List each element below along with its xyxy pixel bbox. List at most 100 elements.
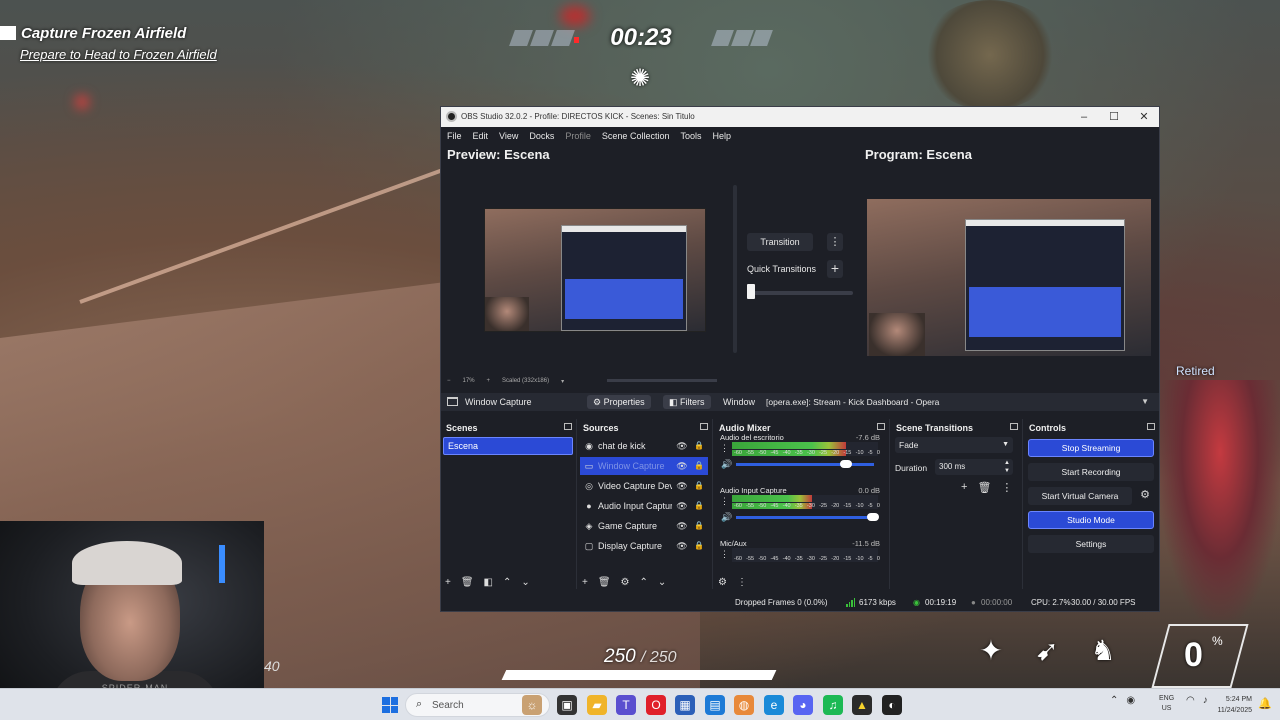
visibility-eye-icon[interactable]: 👁 bbox=[676, 437, 688, 455]
remove-source-icon[interactable]: 🗑 bbox=[598, 577, 611, 588]
source-item[interactable]: ▭ Window Capture 👁 🔒 bbox=[580, 457, 708, 475]
transition-button[interactable]: Transition bbox=[747, 233, 813, 251]
lock-icon[interactable]: 🔒 bbox=[694, 477, 704, 495]
menu-view[interactable]: View bbox=[499, 131, 518, 141]
virtual-camera-settings-icon[interactable]: ⚙ bbox=[1136, 486, 1154, 504]
window-select[interactable]: [opera.exe]: Stream - Kick Dashboard - O… bbox=[763, 395, 1153, 409]
start-recording-button[interactable]: Start Recording bbox=[1028, 463, 1154, 481]
duration-input[interactable]: 300 ms ▲ ▼ bbox=[935, 459, 1013, 475]
transition-slider[interactable] bbox=[751, 291, 853, 295]
game-launcher-icon[interactable]: ▲ bbox=[852, 695, 872, 715]
add-transition-icon[interactable]: + bbox=[961, 481, 967, 494]
move-down-icon[interactable]: ⌄ bbox=[658, 577, 666, 588]
undock-icon[interactable] bbox=[564, 423, 572, 430]
duration-spinner-icon[interactable]: ▲ ▼ bbox=[1004, 459, 1010, 475]
volume-slider-handle[interactable] bbox=[866, 513, 879, 521]
remove-transition-icon[interactable]: 🗑 bbox=[977, 481, 991, 494]
mixer-menu-icon[interactable]: ⋮ bbox=[737, 577, 747, 588]
remote-desktop-icon[interactable]: ▤ bbox=[705, 695, 725, 715]
clock[interactable]: 5:24 PM 11/24/2025 bbox=[1212, 694, 1252, 716]
menu-profile[interactable]: Profile bbox=[565, 131, 591, 141]
add-quick-transition-button[interactable]: + bbox=[827, 260, 843, 278]
remove-scene-icon[interactable]: 🗑 bbox=[461, 577, 474, 588]
menu-docks[interactable]: Docks bbox=[529, 131, 554, 141]
menu-help[interactable]: Help bbox=[712, 131, 731, 141]
move-up-icon[interactable]: ⌃ bbox=[640, 577, 648, 588]
settings-button[interactable]: Settings bbox=[1028, 535, 1154, 553]
volume-icon[interactable]: ♪ bbox=[1203, 695, 1208, 706]
widgets-icon[interactable]: ☼ bbox=[522, 695, 542, 715]
add-source-icon[interactable]: + bbox=[582, 577, 588, 588]
transition-menu-icon[interactable]: ⋮ bbox=[1001, 481, 1012, 494]
volume-slider-handle[interactable] bbox=[840, 460, 853, 468]
undock-icon[interactable] bbox=[1147, 423, 1155, 430]
visibility-eye-icon[interactable]: 👁 bbox=[676, 457, 688, 475]
volume-slider[interactable] bbox=[736, 516, 874, 519]
file-explorer-icon[interactable]: ▰ bbox=[587, 695, 607, 715]
lock-icon[interactable]: 🔒 bbox=[694, 517, 704, 535]
undock-icon[interactable] bbox=[1010, 423, 1018, 430]
visibility-eye-icon[interactable]: 👁 bbox=[676, 477, 688, 495]
undock-icon[interactable] bbox=[700, 423, 708, 430]
language-indicator[interactable]: ENG US bbox=[1159, 694, 1174, 714]
menu-scene-collection[interactable]: Scene Collection bbox=[602, 131, 670, 141]
channel-menu-icon[interactable]: ⋮ bbox=[720, 443, 729, 454]
volume-slider[interactable] bbox=[736, 463, 874, 466]
spotify-icon[interactable]: ♫ bbox=[823, 695, 843, 715]
discord-icon[interactable]: ◕ bbox=[793, 695, 813, 715]
menu-edit[interactable]: Edit bbox=[473, 131, 489, 141]
start-virtual-camera-button[interactable]: Start Virtual Camera bbox=[1028, 487, 1132, 505]
lock-icon[interactable]: 🔒 bbox=[694, 437, 704, 455]
add-scene-icon[interactable]: + bbox=[445, 577, 451, 588]
preview-canvas[interactable] bbox=[484, 208, 706, 332]
obs-taskbar-icon[interactable]: ◐ bbox=[882, 695, 902, 715]
maximize-button[interactable]: ☐ bbox=[1099, 109, 1129, 125]
visibility-eye-icon[interactable]: 👁 bbox=[676, 517, 688, 535]
transition-select[interactable]: Fade ▼ bbox=[895, 437, 1013, 453]
wifi-icon[interactable]: ◠ bbox=[1186, 695, 1195, 706]
stop-streaming-button[interactable]: Stop Streaming bbox=[1028, 439, 1154, 457]
move-up-icon[interactable]: ⌃ bbox=[503, 577, 511, 588]
tray-app-icon[interactable]: ◉ bbox=[1126, 695, 1135, 706]
source-item[interactable]: ● Audio Input Capture 👁 🔒 bbox=[580, 497, 708, 515]
preview-vertical-scrollbar[interactable] bbox=[733, 185, 737, 353]
channel-menu-icon[interactable]: ⋮ bbox=[720, 496, 729, 507]
minimize-button[interactable]: – bbox=[1069, 109, 1099, 125]
source-item[interactable]: ◎ Video Capture Device 👁 🔒 bbox=[580, 477, 708, 495]
preview-horizontal-scrollbar[interactable] bbox=[607, 379, 717, 382]
source-item[interactable]: ◉ chat de kick 👁 🔒 bbox=[580, 437, 708, 455]
menu-file[interactable]: File bbox=[447, 131, 462, 141]
opera-icon[interactable]: O bbox=[646, 695, 666, 715]
channel-menu-icon[interactable]: ⋮ bbox=[720, 549, 729, 560]
lock-icon[interactable]: 🔒 bbox=[694, 497, 704, 515]
task-view-icon[interactable]: ▣ bbox=[557, 695, 577, 715]
menu-tools[interactable]: Tools bbox=[680, 131, 701, 141]
tray-chevron-icon[interactable]: ⌃ bbox=[1110, 695, 1118, 706]
mixer-settings-icon[interactable]: ⚙ bbox=[718, 577, 727, 588]
lock-icon[interactable]: 🔒 bbox=[694, 457, 704, 475]
studio-mode-button[interactable]: Studio Mode bbox=[1028, 511, 1154, 529]
teams-icon[interactable]: T bbox=[616, 695, 636, 715]
app-icon[interactable]: ▦ bbox=[675, 695, 695, 715]
chrome-icon[interactable]: ◍ bbox=[734, 695, 754, 715]
zoom-out-icon[interactable]: − bbox=[447, 378, 451, 384]
lock-icon[interactable]: 🔒 bbox=[694, 537, 704, 555]
scene-item-escena[interactable]: Escena bbox=[443, 437, 573, 455]
obs-titlebar[interactable]: OBS Studio 32.0.2 - Profile: DIRECTOS KI… bbox=[441, 107, 1159, 127]
scale-dropdown-icon[interactable]: ▾ bbox=[561, 378, 564, 385]
properties-button[interactable]: ⚙ Properties bbox=[587, 395, 651, 409]
scene-filters-icon[interactable]: ◧ bbox=[484, 577, 493, 588]
source-item[interactable]: ◈ Game Capture 👁 🔒 bbox=[580, 517, 708, 535]
zoom-in-icon[interactable]: + bbox=[487, 378, 491, 384]
windows-start-icon[interactable] bbox=[382, 697, 398, 713]
move-down-icon[interactable]: ⌄ bbox=[521, 577, 529, 588]
visibility-eye-icon[interactable]: 👁 bbox=[676, 537, 688, 555]
notification-bell-icon[interactable]: 🔔 bbox=[1258, 697, 1272, 710]
filters-button[interactable]: ◧ Filters bbox=[663, 395, 711, 409]
speaker-icon[interactable]: 🔊 bbox=[721, 512, 732, 523]
transition-options-icon[interactable]: ⋮ bbox=[827, 233, 843, 251]
close-button[interactable]: ✕ bbox=[1129, 109, 1159, 125]
visibility-eye-icon[interactable]: 👁 bbox=[676, 497, 688, 515]
undock-icon[interactable] bbox=[877, 423, 885, 430]
transition-slider-handle[interactable] bbox=[747, 284, 755, 299]
